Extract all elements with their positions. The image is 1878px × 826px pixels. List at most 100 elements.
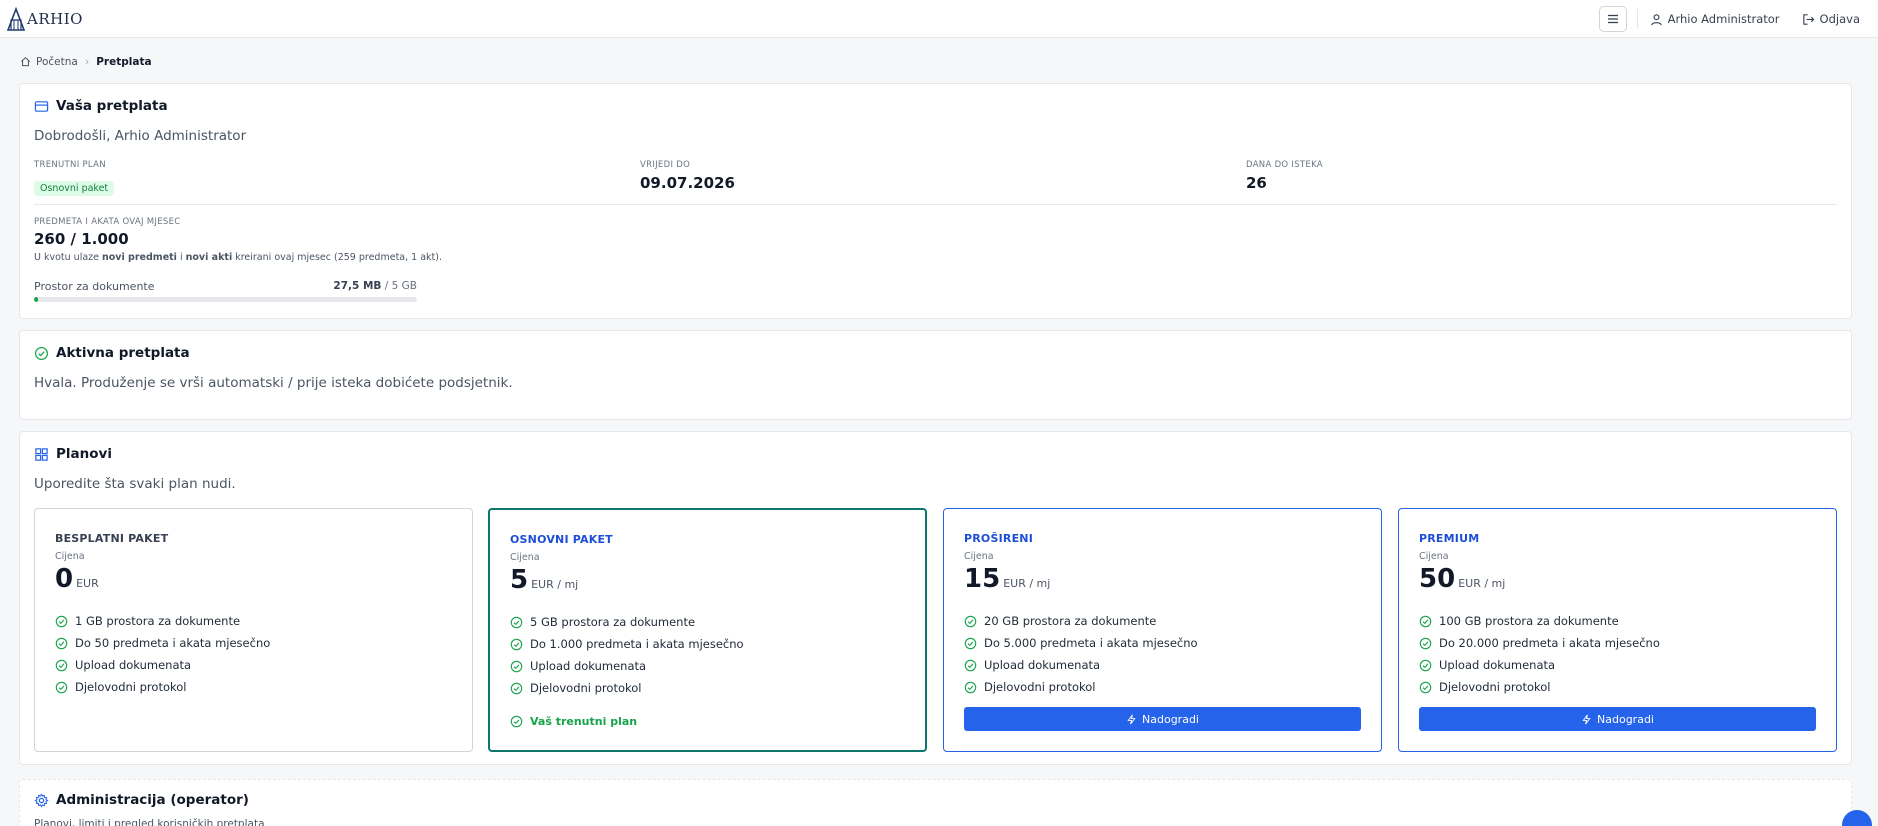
plan-feature: Upload dokumenata — [55, 654, 270, 676]
check-circle-icon — [1419, 659, 1432, 671]
plan-feature-text: 20 GB prostora za dokumente — [984, 614, 1157, 628]
check-circle-icon — [964, 659, 977, 671]
plan-price-label: Cijena — [964, 551, 994, 562]
quota-note-bold: novi predmeti — [102, 252, 177, 263]
quota-note-part: U kvotu ulaze — [34, 252, 103, 263]
plan-price-label: Cijena — [1419, 551, 1449, 562]
plan-name: PREMIUM — [1419, 532, 1480, 545]
current-plan-indicator: Vaš trenutni plan — [510, 715, 637, 728]
plan-feature: 5 GB prostora za dokumente — [510, 611, 744, 633]
upgrade-button[interactable]: Nadogradi — [1419, 707, 1816, 731]
plan-feature-text: Do 20.000 predmeta i akata mjesečno — [1439, 636, 1660, 650]
plan-feature-text: 100 GB prostora za dokumente — [1439, 614, 1619, 628]
admin-title: Administracija (operator) — [34, 792, 249, 808]
plan-features: 5 GB prostora za dokumente Do 1.000 pred… — [510, 611, 744, 699]
plan-card-extended: PROŠIRENI Cijena 15 EUR / mj 20 GB prost… — [943, 508, 1382, 752]
quota-note-part: i — [176, 252, 186, 263]
plan-feature: Djelovodni protokol — [964, 676, 1198, 698]
plan-feature: Do 1.000 predmeta i akata mjesečno — [510, 633, 744, 655]
lightning-icon — [1127, 714, 1136, 724]
lightning-icon — [1582, 714, 1591, 724]
subscription-title-text: Vaša pretplata — [56, 98, 168, 114]
subscription-card: Vaša pretplata Dobrodošli, Arhio Adminis… — [19, 83, 1852, 319]
plan-feature: 1 GB prostora za dokumente — [55, 610, 270, 632]
plan-name: OSNOVNI PAKET — [510, 533, 613, 546]
plan-price-unit: EUR / mj — [1458, 577, 1506, 590]
hamburger-icon — [1607, 14, 1618, 24]
check-circle-icon — [55, 615, 68, 627]
plan-feature-text: Do 1.000 predmeta i akata mjesečno — [530, 637, 744, 651]
valid-until-label: VRIJEDI DO — [640, 160, 691, 170]
check-circle-icon — [510, 660, 523, 672]
plans-title: Planovi — [34, 446, 112, 462]
check-circle-icon — [55, 637, 68, 649]
check-circle-icon — [510, 682, 523, 694]
check-circle-icon — [510, 616, 523, 628]
plan-feature: Upload dokumenata — [964, 654, 1198, 676]
admin-card: Administracija (operator) Planovi, limit… — [19, 779, 1852, 826]
storage-total: / 5 GB — [381, 280, 417, 292]
quota-note-bold: novi akti — [185, 252, 233, 263]
welcome-text: Dobrodošli, Arhio Administrator — [34, 128, 247, 144]
gear-icon — [34, 792, 49, 808]
plan-feature: Upload dokumenata — [1419, 654, 1660, 676]
active-subscription-card: Aktivna pretplata Hvala. Produženje se v… — [19, 330, 1852, 420]
plan-feature: Djelovodni protokol — [55, 676, 270, 698]
upgrade-button-label: Nadogradi — [1142, 712, 1199, 726]
check-circle-icon — [964, 681, 977, 693]
plan-feature-text: Upload dokumenata — [75, 658, 192, 672]
plan-feature: Djelovodni protokol — [1419, 676, 1660, 698]
plan-card-free: BESPLATNI PAKET Cijena 0 EUR 1 GB prosto… — [34, 508, 473, 752]
quota-label: PREDMETA I AKATA OVAJ MJESEC — [34, 217, 181, 227]
plan-price-value: 5 — [510, 565, 529, 595]
plan-feature: Upload dokumenata — [510, 655, 744, 677]
user-menu[interactable]: Arhio Administrator — [1650, 12, 1780, 26]
plan-feature: 20 GB prostora za dokumente — [964, 610, 1198, 632]
quota-note: U kvotu ulaze novi predmeti i novi akti … — [34, 252, 442, 263]
plan-feature: Djelovodni protokol — [510, 677, 744, 699]
check-circle-icon — [964, 637, 977, 649]
logout-label: Odjava — [1819, 12, 1860, 26]
current-plan-badge: Osnovni paket — [34, 181, 115, 196]
plan-name: BESPLATNI PAKET — [55, 532, 169, 545]
plan-feature: 100 GB prostora za dokumente — [1419, 610, 1660, 632]
check-circle-icon — [55, 659, 68, 671]
plan-price: 0 EUR — [55, 564, 99, 594]
plan-feature: Do 5.000 predmeta i akata mjesečno — [964, 632, 1198, 654]
plan-feature-text: Djelovodni protokol — [1439, 680, 1551, 694]
logo[interactable]: ARHIO — [6, 0, 83, 38]
menu-button[interactable] — [1598, 6, 1627, 32]
subscription-title: Vaša pretplata — [34, 98, 168, 114]
plan-feature-text: Djelovodni protokol — [984, 680, 1096, 694]
plans-subtitle: Uporedite šta svaki plan nudi. — [34, 476, 236, 492]
active-title-text: Aktivna pretplata — [56, 345, 190, 361]
breadcrumb-home[interactable]: Početna — [36, 56, 78, 68]
plan-feature-text: Do 5.000 predmeta i akata mjesečno — [984, 636, 1198, 650]
plan-feature-text: Do 50 predmeta i akata mjesečno — [75, 636, 271, 650]
storage-used: 27,5 MB — [333, 280, 382, 292]
check-circle-icon — [1419, 681, 1432, 693]
breadcrumb: Početna › Pretplata — [20, 55, 152, 68]
check-circle-icon — [964, 615, 977, 627]
plan-feature-text: Djelovodni protokol — [530, 681, 642, 695]
upgrade-button[interactable]: Nadogradi — [964, 707, 1361, 731]
logout-link[interactable]: Odjava — [1802, 12, 1860, 26]
plan-feature-text: Upload dokumenata — [530, 659, 647, 673]
plan-feature-text: Upload dokumenata — [1439, 658, 1556, 672]
plan-price-label: Cijena — [510, 552, 540, 563]
check-circle-icon — [34, 346, 49, 360]
check-circle-icon — [55, 681, 68, 693]
plan-features: 1 GB prostora za dokumente Do 50 predmet… — [55, 610, 270, 698]
quota-note-part: kreirani ovaj mjesec (259 predmeta, 1 ak… — [232, 252, 442, 263]
plan-price: 15 EUR / mj — [964, 564, 1050, 594]
user-icon — [1650, 13, 1662, 25]
active-title: Aktivna pretplata — [34, 345, 190, 361]
breadcrumb-current: Pretplata — [96, 55, 152, 68]
logo-text: ARHIO — [27, 9, 83, 28]
plan-feature: Do 20.000 predmeta i akata mjesečno — [1419, 632, 1660, 654]
active-text: Hvala. Produženje se vrši automatski / p… — [34, 375, 513, 391]
storage-usage: 27,5 MB / 5 GB — [34, 280, 417, 292]
divider — [34, 204, 1837, 205]
days-left-value: 26 — [1246, 174, 1267, 192]
check-circle-icon — [1419, 615, 1432, 627]
